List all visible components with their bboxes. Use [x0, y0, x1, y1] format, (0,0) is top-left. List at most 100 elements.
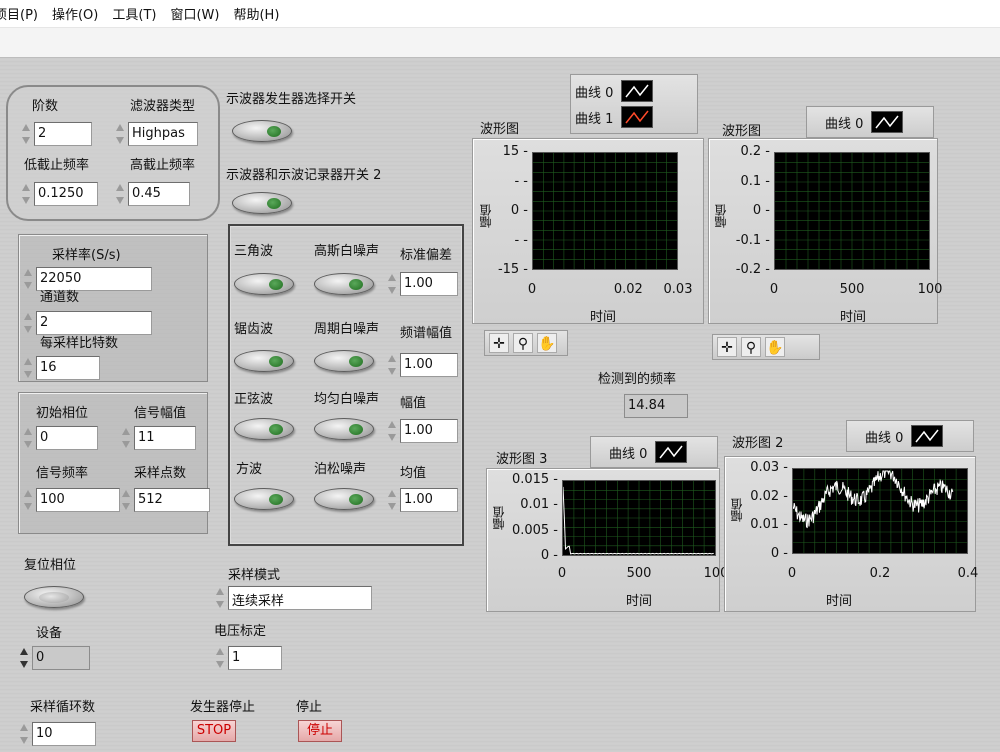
voltage-field[interactable]: 1: [228, 646, 282, 670]
loop-count-spinner[interactable]: [18, 723, 30, 745]
signal-amp-spinner[interactable]: [120, 427, 132, 449]
loop-count-label: 采样循环数: [30, 700, 96, 715]
order-control: 2: [20, 122, 92, 146]
spectrum-field[interactable]: 1.00: [400, 353, 458, 377]
order-spinner[interactable]: [20, 123, 32, 145]
plot-line-icon: [871, 111, 904, 133]
y-tick-label: -15 -: [497, 262, 528, 277]
low-cutoff-spinner[interactable]: [20, 183, 32, 205]
points-spinner[interactable]: [120, 489, 132, 511]
switch2-toggle[interactable]: [232, 192, 292, 214]
stop-label: 停止: [296, 700, 323, 715]
sample-rate-spinner[interactable]: [22, 268, 34, 290]
mode-spinner[interactable]: [214, 587, 226, 609]
low-cutoff-field[interactable]: 0.1250: [34, 182, 98, 206]
amp-control: 1.00: [386, 419, 458, 443]
mean-field[interactable]: 1.00: [400, 488, 458, 512]
zoom-icon[interactable]: ⚲: [741, 337, 761, 357]
y-tick-label: - -: [514, 232, 528, 248]
plot-line-icon: [621, 106, 654, 128]
channels-spinner[interactable]: [22, 312, 34, 334]
g2-xticks: 0 500 100: [770, 282, 943, 298]
g2-legend-row0[interactable]: 曲线 0: [811, 109, 929, 135]
spectrum-spinner[interactable]: [386, 354, 398, 376]
menu-help[interactable]: 帮助(H): [233, 4, 279, 23]
reset-phase-toggle[interactable]: [24, 586, 84, 608]
filter-type-field[interactable]: Highpas: [128, 122, 198, 146]
gen-stop-button[interactable]: STOP: [192, 720, 236, 742]
stddev-spinner[interactable]: [386, 273, 398, 295]
bits-label: 每采样比特数: [40, 336, 119, 351]
sine-toggle[interactable]: [234, 418, 294, 440]
triangle-toggle[interactable]: [234, 273, 294, 295]
switch2-label: 示波器和示波记录器开关 2: [226, 168, 382, 183]
g3-legend-row0[interactable]: 曲线 0: [595, 439, 713, 465]
detected-freq-label: 检测到的频率: [598, 372, 677, 387]
menu-window[interactable]: 窗口(W): [170, 4, 219, 23]
spectrum-label: 频谱幅值: [400, 326, 453, 341]
crosshair-icon[interactable]: ✛: [489, 333, 509, 353]
points-label: 采样点数: [134, 466, 187, 481]
pan-hand-icon[interactable]: ✋: [537, 333, 557, 353]
g1-xlabel: 时间: [590, 310, 617, 325]
g3-yticks: 0.015 - 0.01 - 0.005 - 0 -: [508, 472, 558, 563]
gauss-toggle[interactable]: [314, 273, 374, 295]
x-tick-label: 0.03: [663, 282, 693, 297]
x-tick-label: 0.4: [957, 566, 979, 581]
menu-bar: 项目(P) 操作(O) 工具(T) 窗口(W) 帮助(H): [0, 0, 1000, 28]
menu-tools[interactable]: 工具(T): [112, 4, 156, 23]
device-spinner[interactable]: [18, 647, 30, 669]
high-cutoff-field[interactable]: 0.45: [128, 182, 190, 206]
crosshair-icon[interactable]: ✛: [717, 337, 737, 357]
y-tick-label: -0.2 -: [735, 262, 770, 277]
menu-project[interactable]: 项目(P): [0, 4, 38, 23]
mode-field[interactable]: 连续采样: [228, 586, 372, 610]
device-field: 0: [32, 646, 90, 670]
voltage-spinner[interactable]: [214, 647, 226, 669]
periodic-toggle[interactable]: [314, 350, 374, 372]
pan-hand-icon[interactable]: ✋: [765, 337, 785, 357]
menu-operate[interactable]: 操作(O): [52, 4, 98, 23]
stddev-field[interactable]: 1.00: [400, 272, 458, 296]
g4-legend-row0[interactable]: 曲线 0: [851, 423, 969, 449]
points-control: 512: [120, 488, 210, 512]
saw-toggle[interactable]: [234, 350, 294, 372]
switch1-toggle[interactable]: [232, 120, 292, 142]
order-label: 阶数: [32, 99, 59, 114]
g3-trace: [562, 486, 714, 555]
loop-count-field[interactable]: 10: [32, 722, 96, 746]
poisson-toggle[interactable]: [314, 488, 374, 510]
g1-legend-row0[interactable]: 曲线 0: [575, 78, 693, 104]
uniform-toggle[interactable]: [314, 418, 374, 440]
y-tick-label: 15 -: [502, 144, 528, 159]
gen-stop-label: 发生器停止: [190, 700, 256, 715]
mean-spinner[interactable]: [386, 489, 398, 511]
high-cutoff-spinner[interactable]: [114, 183, 126, 205]
phase-field[interactable]: 0: [36, 426, 98, 450]
phase-spinner[interactable]: [22, 427, 34, 449]
sine-label: 正弦波: [234, 392, 274, 407]
order-field[interactable]: 2: [34, 122, 92, 146]
amp-spinner[interactable]: [386, 420, 398, 442]
signal-amp-field[interactable]: 11: [134, 426, 196, 450]
stop-button[interactable]: 停止: [298, 720, 342, 742]
signal-freq-spinner[interactable]: [22, 489, 34, 511]
triangle-label: 三角波: [234, 244, 274, 259]
zoom-icon[interactable]: ⚲: [513, 333, 533, 353]
signal-freq-field[interactable]: 100: [36, 488, 120, 512]
y-tick-label: 0.015 -: [511, 472, 558, 487]
voltage-control: 1: [214, 646, 282, 670]
bits-spinner[interactable]: [22, 357, 34, 379]
points-field[interactable]: 512: [134, 488, 210, 512]
g3-legend: 曲线 0: [590, 436, 718, 468]
amp-field[interactable]: 1.00: [400, 419, 458, 443]
square-toggle[interactable]: [234, 488, 294, 510]
bits-field[interactable]: 16: [36, 356, 100, 380]
g1-legend-name0: 曲线 0: [575, 85, 614, 101]
y-tick-label: 0.01 -: [520, 497, 558, 513]
filter-type-spinner[interactable]: [114, 123, 126, 145]
x-tick-label: 0: [557, 566, 567, 581]
g4-xlabel: 时间: [826, 594, 853, 609]
bits-control: 16: [22, 356, 100, 380]
g1-legend-row1[interactable]: 曲线 1: [575, 104, 693, 130]
